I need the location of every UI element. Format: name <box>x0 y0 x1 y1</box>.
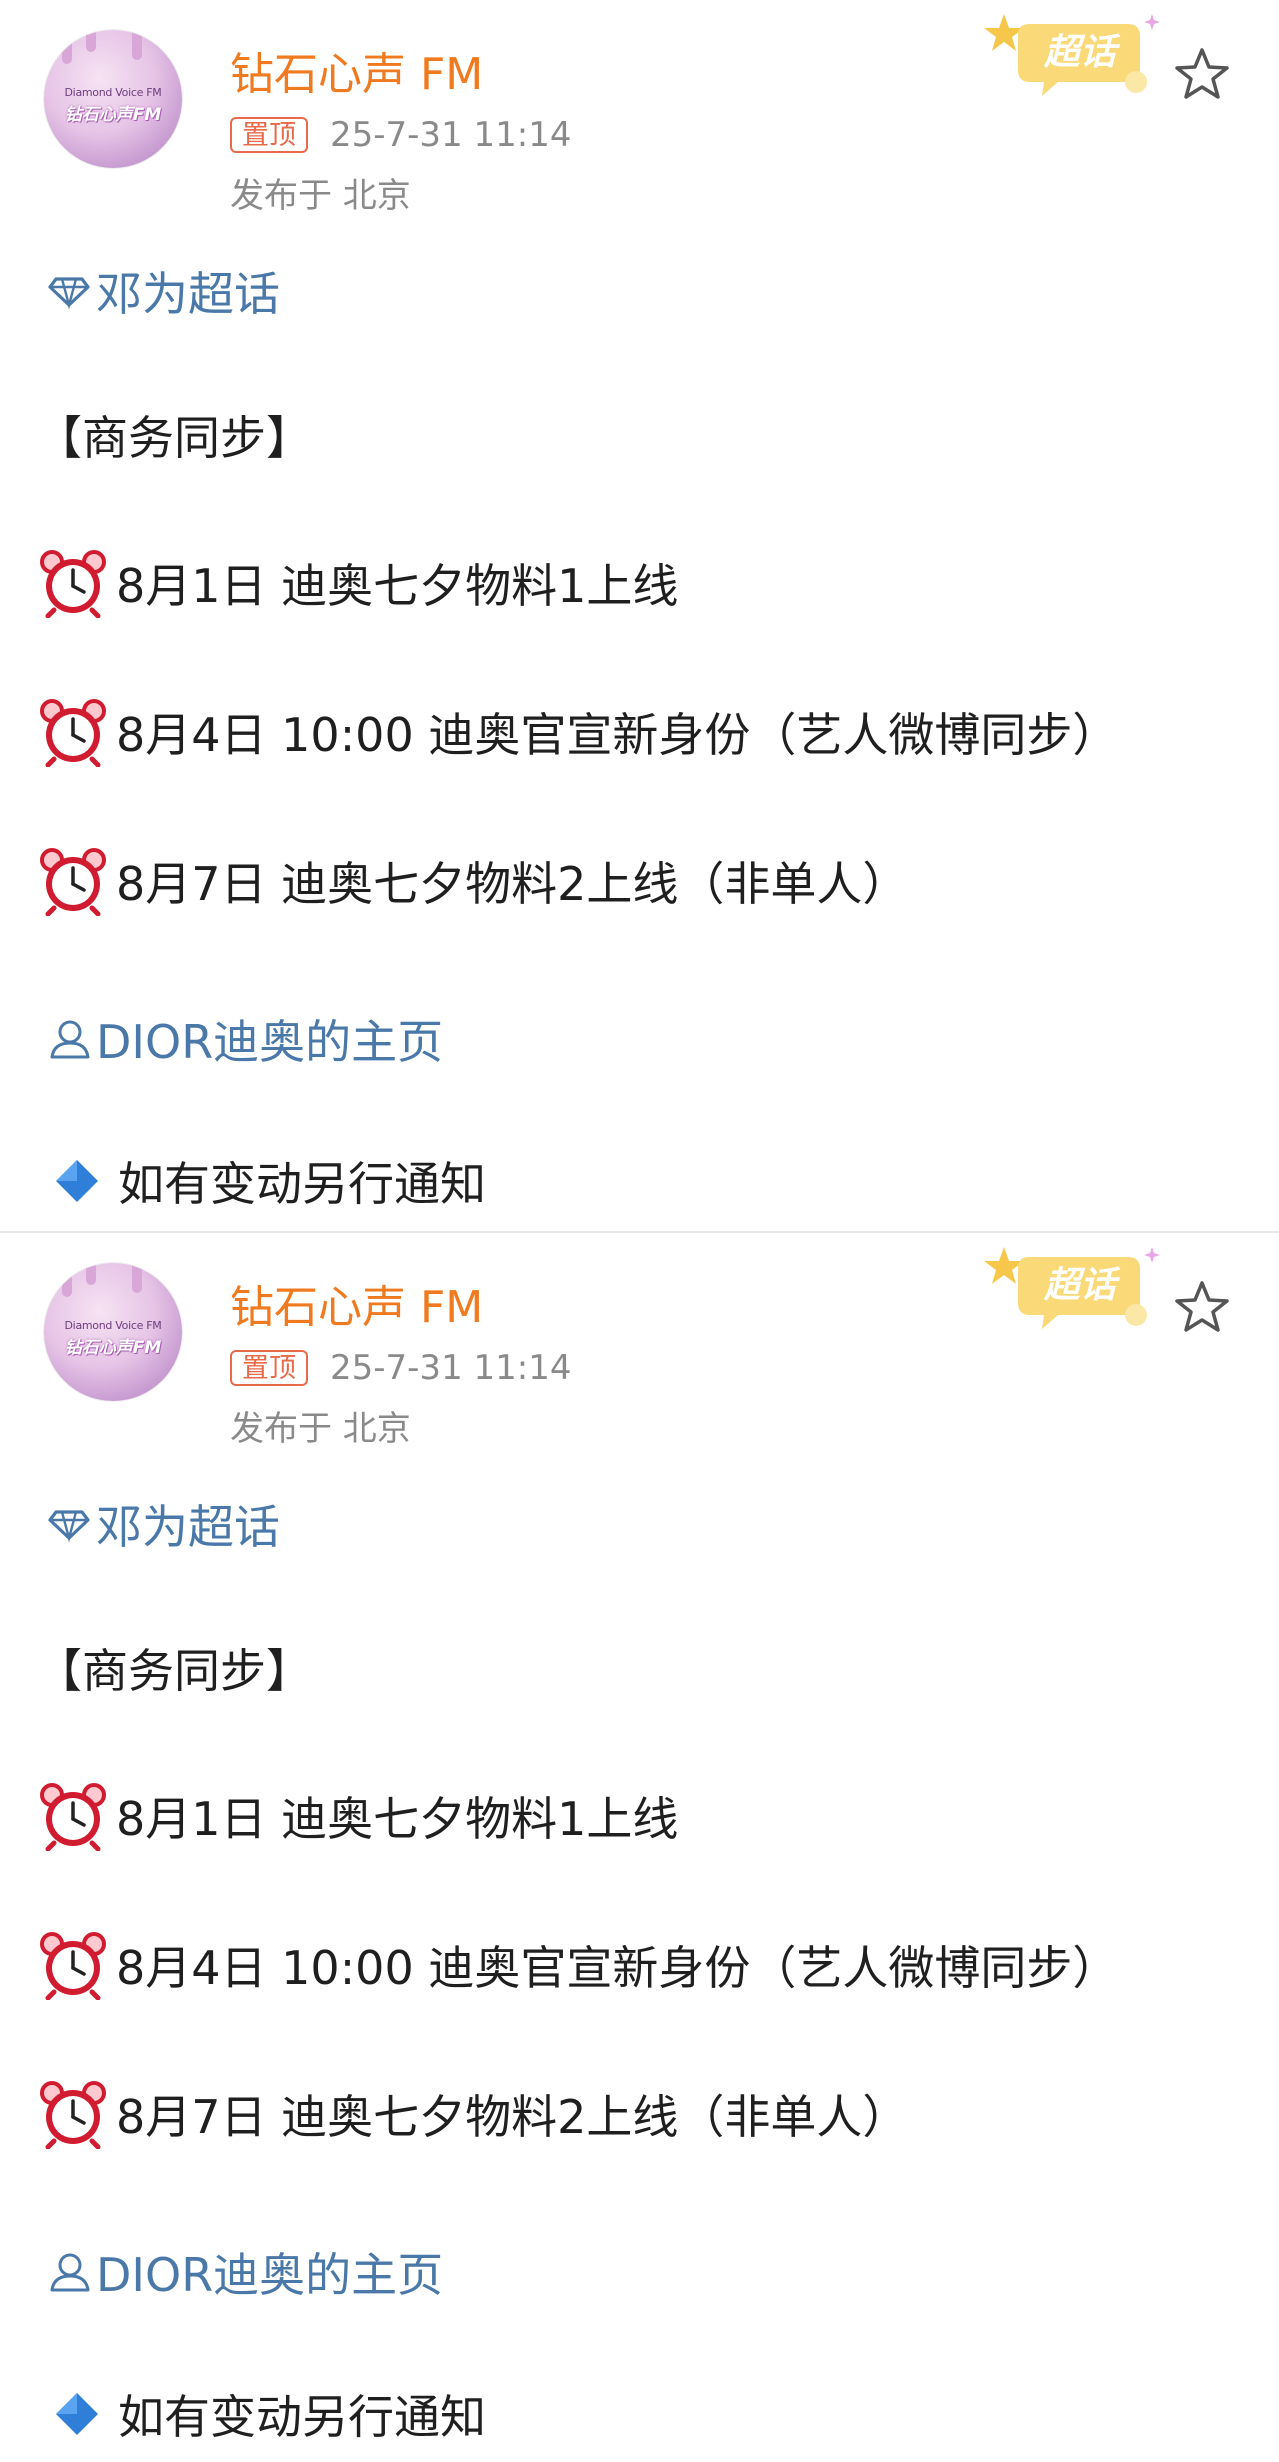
schedule-item: 8月4日 10:00 迪奥官宣新身份（艺人微博同步） <box>38 1930 1119 2001</box>
diamond-outline-icon <box>48 277 90 309</box>
weibo-post: Diamond Voice FM 钻石心声FM 钻石心声 FM 置顶 25-7-… <box>0 1231 1279 2462</box>
super-topic-badge[interactable]: 超话 <box>978 1241 1168 1333</box>
schedule-item: 8月1日 迪奥七夕物料1上线 <box>38 548 679 619</box>
post-heading: 【商务同步】 <box>36 1644 312 1698</box>
pinned-badge: 置顶 <box>230 1350 308 1386</box>
avatar-text-en: Diamond Voice FM <box>64 86 162 99</box>
schedule-item: 8月7日 迪奥七夕物料2上线（非单人） <box>38 846 909 917</box>
schedule-text: 8月7日 迪奥七夕物料2上线（非单人） <box>116 2090 909 2144</box>
weibo-post: Diamond Voice FM 钻石心声FM 钻石心声 FM 置顶 25-7-… <box>0 0 1279 1231</box>
post-timestamp: 25-7-31 11:14 <box>330 115 572 155</box>
notice-line: 如有变动另行通知 <box>54 1148 486 1214</box>
notice-text: 如有变动另行通知 <box>118 2390 486 2444</box>
post-timestamp: 25-7-31 11:14 <box>330 1348 572 1388</box>
schedule-text: 8月1日 迪奥七夕物料1上线 <box>116 559 679 613</box>
avatar[interactable]: Diamond Voice FM 钻石心声FM <box>44 1263 182 1401</box>
author-name[interactable]: 钻石心声 FM <box>230 38 483 102</box>
topic-label: 邓为超话 <box>96 1500 280 1554</box>
author-name[interactable]: 钻石心声 FM <box>230 1271 483 1335</box>
diamond-outline-icon <box>48 1510 90 1542</box>
schedule-item: 8月4日 10:00 迪奥官宣新身份（艺人微博同步） <box>38 697 1119 768</box>
badge-label: 超话 <box>1043 32 1121 73</box>
notice-line: 如有变动另行通知 <box>54 2381 486 2447</box>
badge-label: 超话 <box>1043 1265 1121 1306</box>
meta-row: 置顶 25-7-31 11:14 <box>230 115 572 155</box>
avatar-text-cn: 钻石心声FM <box>64 1338 162 1358</box>
star-icon[interactable] <box>1172 1277 1232 1337</box>
post-location: 发布于 北京 <box>230 1409 411 1449</box>
pinned-badge: 置顶 <box>230 117 308 153</box>
avatar[interactable]: Diamond Voice FM 钻石心声FM <box>44 30 182 168</box>
super-topic-badge-graphic: 超话 <box>984 1247 1160 1329</box>
screenshot-page: Diamond Voice FM 钻石心声FM 钻石心声 FM 置顶 25-7-… <box>0 0 1279 2462</box>
person-icon <box>50 1020 90 1059</box>
topic-link[interactable]: 邓为超话 <box>48 1491 280 1557</box>
schedule-text: 8月4日 10:00 迪奥官宣新身份（艺人微博同步） <box>116 708 1119 762</box>
alarm-clock-icon <box>38 1930 108 2001</box>
notice-text: 如有变动另行通知 <box>118 1157 486 1211</box>
avatar-text-cn: 钻石心声FM <box>64 105 162 125</box>
topic-label: 邓为超话 <box>96 267 280 321</box>
super-topic-badge[interactable]: 超话 <box>978 8 1168 100</box>
blue-diamond-icon <box>56 2393 98 2435</box>
meta-row: 置顶 25-7-31 11:14 <box>230 1348 572 1388</box>
alarm-clock-icon <box>38 697 108 768</box>
schedule-item: 8月7日 迪奥七夕物料2上线（非单人） <box>38 2079 909 2150</box>
post-location: 发布于 北京 <box>230 176 411 216</box>
alarm-clock-icon <box>38 846 108 917</box>
alarm-clock-icon <box>38 1781 108 1852</box>
star-icon[interactable] <box>1172 44 1232 104</box>
alarm-clock-icon <box>38 548 108 619</box>
profile-link[interactable]: DIOR迪奥的主页 <box>48 1006 443 1072</box>
profile-link[interactable]: DIOR迪奥的主页 <box>48 2239 443 2305</box>
super-topic-badge-graphic: 超话 <box>984 14 1160 96</box>
person-icon <box>50 2253 90 2292</box>
topic-link[interactable]: 邓为超话 <box>48 258 280 324</box>
schedule-text: 8月1日 迪奥七夕物料1上线 <box>116 1792 679 1846</box>
schedule-text: 8月7日 迪奥七夕物料2上线（非单人） <box>116 857 909 911</box>
blue-diamond-icon <box>56 1160 98 1202</box>
avatar-text-en: Diamond Voice FM <box>64 1319 162 1332</box>
profile-link-label: DIOR迪奥的主页 <box>96 2248 444 2302</box>
alarm-clock-icon <box>38 2079 108 2150</box>
post-heading: 【商务同步】 <box>36 411 312 465</box>
profile-link-label: DIOR迪奥的主页 <box>96 1015 444 1069</box>
schedule-text: 8月4日 10:00 迪奥官宣新身份（艺人微博同步） <box>116 1941 1119 1995</box>
schedule-item: 8月1日 迪奥七夕物料1上线 <box>38 1781 679 1852</box>
